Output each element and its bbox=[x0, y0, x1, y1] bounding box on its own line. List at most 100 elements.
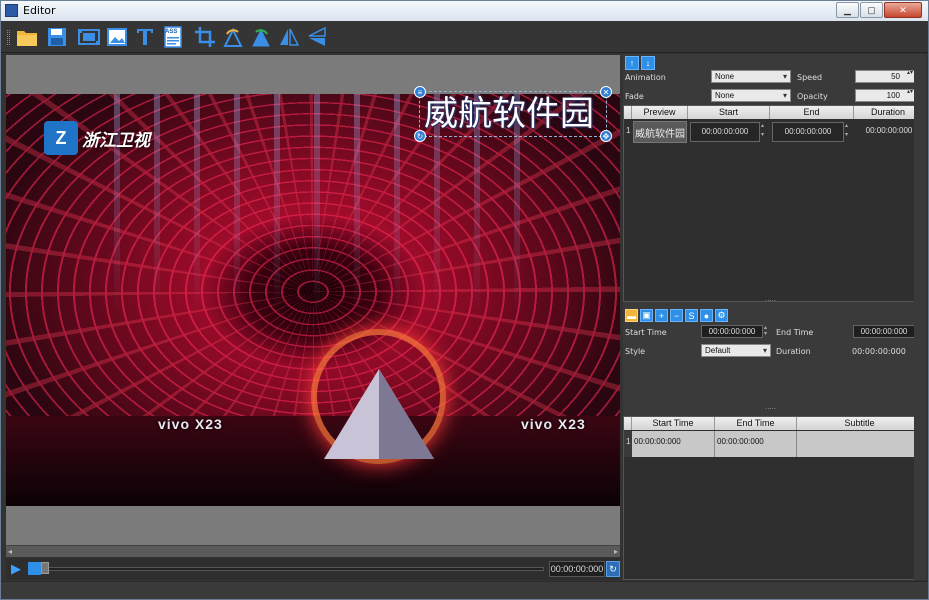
loop-icon: ↻ bbox=[609, 564, 617, 574]
editor-window: Editor ▁ ▢ ✕ ASS Z 浙江卫视 vivo X23 vivo X2… bbox=[0, 0, 929, 600]
stop-button[interactable] bbox=[28, 562, 41, 575]
video-frame: Z 浙江卫视 vivo X23 vivo X23 bbox=[6, 94, 620, 506]
scroll-left-icon[interactable]: ◂ bbox=[8, 547, 12, 556]
image-icon bbox=[107, 28, 127, 46]
menu-icon: ≡ bbox=[417, 87, 423, 97]
column-header-end-time[interactable]: End Time bbox=[715, 417, 797, 430]
vivo-sign-left: vivo X23 bbox=[158, 416, 223, 432]
preview-canvas[interactable]: Z 浙江卫视 vivo X23 vivo X23 威航软件园 ≡ ✕ ↻ ✥ bbox=[6, 55, 620, 545]
start-time-cell[interactable]: 00:00:00:000 bbox=[632, 431, 715, 457]
end-time-spin[interactable]: ▴ ▾ bbox=[845, 122, 853, 142]
channel-logo: Z 浙江卫视 bbox=[44, 121, 150, 155]
start-time-label: Start Time bbox=[625, 328, 667, 337]
loop-button[interactable]: ↻ bbox=[606, 561, 620, 577]
channel-logo-mark: Z bbox=[44, 121, 78, 155]
flip-horizontal-icon bbox=[280, 28, 300, 46]
crop-icon bbox=[195, 27, 215, 47]
settings-button[interactable]: ⚙ bbox=[715, 309, 728, 322]
move-icon: ✥ bbox=[602, 131, 610, 141]
transport-bar: ▶ 00:00:00:000 ↻ bbox=[6, 558, 620, 580]
subtitle-start-time-field[interactable]: 00:00:00:000 bbox=[701, 325, 763, 338]
rotate-right-button[interactable] bbox=[249, 25, 273, 49]
flip-vertical-button[interactable] bbox=[305, 25, 329, 49]
add-ass-subtitle-button[interactable]: ASS bbox=[161, 25, 185, 49]
speed-spinbox[interactable]: 50 bbox=[855, 70, 915, 83]
seek-handle[interactable] bbox=[41, 562, 49, 574]
open-button[interactable] bbox=[15, 25, 39, 49]
duration-cell: 00:00:00:000 bbox=[865, 126, 913, 135]
rotate-left-button[interactable] bbox=[221, 25, 245, 49]
properties-panel: ↑ ↓ Animation None Speed 50 Fade None Op… bbox=[623, 54, 923, 580]
current-time-display: 00:00:00:000 bbox=[549, 561, 605, 577]
title-bar: Editor ▁ ▢ ✕ bbox=[1, 1, 928, 21]
subtitle-splitter[interactable] bbox=[623, 402, 923, 415]
subtitle-start-spin[interactable]: ▴ ▾ bbox=[764, 325, 767, 337]
save-subtitle-button[interactable]: ▣ bbox=[640, 309, 653, 322]
table-row[interactable]: 1 威航软件园 00:00:00:000 ▴ ▾ 00:00:00:000 ▴ ▾ … bbox=[624, 120, 922, 144]
column-header-subtitle[interactable]: Subtitle bbox=[797, 417, 922, 430]
style-button[interactable]: S bbox=[685, 309, 698, 322]
delete-handle[interactable]: ✕ bbox=[600, 86, 612, 98]
vivo-sign-right: vivo X23 bbox=[521, 416, 586, 432]
column-header-end[interactable]: End bbox=[770, 106, 854, 119]
column-header-preview[interactable]: Preview bbox=[632, 106, 688, 119]
fade-select[interactable]: None bbox=[711, 89, 791, 102]
start-time-spin[interactable]: ▴ ▾ bbox=[761, 122, 769, 142]
play-button[interactable]: ▶ bbox=[8, 561, 24, 577]
main-toolbar: ASS bbox=[1, 21, 928, 53]
end-time-cell[interactable]: 00:00:00:000 bbox=[715, 431, 797, 457]
toolbar-grip[interactable] bbox=[7, 30, 10, 45]
pyramid-shade-graphic bbox=[379, 369, 434, 459]
start-time-field[interactable]: 00:00:00:000 bbox=[690, 122, 760, 142]
save-icon bbox=[48, 28, 66, 46]
rotate-right-icon bbox=[252, 28, 270, 47]
table-row[interactable]: 1 00:00:00:000 00:00:00:000 bbox=[624, 431, 922, 457]
text-icon bbox=[137, 29, 153, 45]
style-select[interactable]: Default bbox=[701, 344, 771, 357]
arrow-down-icon: ↓ bbox=[645, 58, 651, 68]
table-corner bbox=[624, 106, 632, 119]
crop-button[interactable] bbox=[193, 25, 217, 49]
subtitle-end-time-field[interactable]: 00:00:00:000 bbox=[853, 325, 915, 338]
move-up-button[interactable]: ↑ bbox=[625, 56, 639, 70]
subtitle-cell[interactable] bbox=[797, 431, 922, 457]
ass-label: ASS bbox=[165, 29, 178, 35]
rotate-left-icon bbox=[223, 27, 243, 47]
flip-horizontal-button[interactable] bbox=[277, 25, 301, 49]
text-items-table: Preview Start End Duration 1 威航软件园 00:00… bbox=[623, 105, 923, 302]
remove-subtitle-button[interactable]: − bbox=[670, 309, 683, 322]
scroll-right-icon[interactable]: ▸ bbox=[614, 547, 618, 556]
move-handle[interactable]: ✥ bbox=[600, 130, 612, 142]
close-button[interactable]: ✕ bbox=[884, 2, 922, 18]
add-video-button[interactable] bbox=[77, 25, 101, 49]
animation-select[interactable]: None bbox=[711, 70, 791, 83]
minus-icon: − bbox=[673, 310, 680, 321]
open-folder-icon bbox=[17, 31, 37, 46]
rotate-handle[interactable]: ↻ bbox=[414, 130, 426, 142]
color-button[interactable]: ● bbox=[700, 309, 713, 322]
end-time-field[interactable]: 00:00:00:000 bbox=[772, 122, 844, 142]
column-header-start-time[interactable]: Start Time bbox=[632, 417, 715, 430]
add-text-button[interactable] bbox=[133, 25, 157, 49]
move-down-button[interactable]: ↓ bbox=[641, 56, 655, 70]
opacity-spinbox[interactable]: 100 bbox=[855, 89, 915, 102]
duration-label: Duration bbox=[776, 347, 811, 356]
save-button[interactable] bbox=[45, 25, 69, 49]
preview-horizontal-scrollbar[interactable]: ◂ ▸ bbox=[6, 545, 620, 557]
add-subtitle-button[interactable]: + bbox=[655, 309, 668, 322]
seek-slider[interactable] bbox=[46, 567, 544, 571]
menu-handle[interactable]: ≡ bbox=[414, 86, 426, 98]
add-image-button[interactable] bbox=[105, 25, 129, 49]
plus-icon: + bbox=[658, 310, 665, 321]
open-subtitle-button[interactable]: ▬ bbox=[625, 309, 638, 322]
close-icon: ✕ bbox=[899, 4, 907, 15]
minimize-button[interactable]: ▁ bbox=[836, 2, 859, 18]
panel-splitter[interactable] bbox=[623, 294, 923, 307]
column-header-duration[interactable]: Duration bbox=[854, 106, 922, 119]
table-corner bbox=[624, 417, 632, 430]
subtitle-text-box[interactable]: 威航软件园 ≡ ✕ ↻ ✥ bbox=[414, 86, 612, 142]
maximize-button[interactable]: ▢ bbox=[860, 2, 883, 18]
column-header-start[interactable]: Start bbox=[688, 106, 770, 119]
right-panel-scrollbar[interactable] bbox=[914, 54, 926, 580]
play-icon: ▶ bbox=[11, 561, 21, 576]
